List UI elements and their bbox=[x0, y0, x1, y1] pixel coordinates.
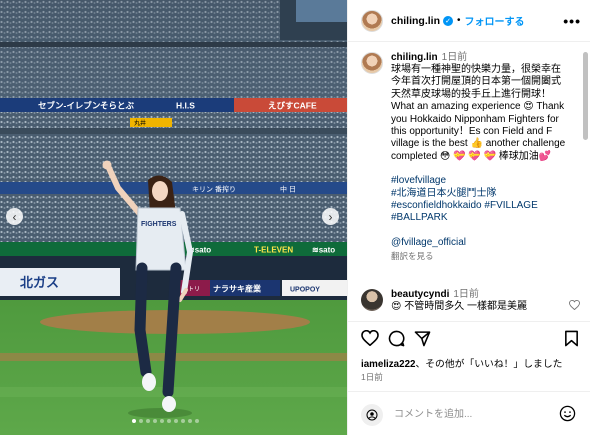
sign-ebisu: えびすCAFE bbox=[268, 101, 317, 111]
author-username[interactable]: chiling.lin bbox=[391, 15, 440, 27]
carousel-dot bbox=[181, 419, 185, 423]
carousel-dot bbox=[174, 419, 178, 423]
carousel-prev-button[interactable]: ‹ bbox=[6, 208, 23, 225]
comment-icon[interactable] bbox=[388, 330, 405, 347]
caption-time[interactable]: 1日前 bbox=[442, 52, 468, 63]
share-icon[interactable] bbox=[414, 330, 431, 347]
more-options-icon[interactable]: ••• bbox=[563, 13, 581, 29]
sign-seven: セブン-イレブン bbox=[38, 101, 101, 111]
carousel-dot bbox=[139, 419, 143, 423]
add-comment-input[interactable] bbox=[394, 405, 554, 423]
comment-time[interactable]: 1日前 bbox=[453, 289, 479, 300]
post-panel: chiling.lin ✓ • フォローする ••• chiling.lin 1日… bbox=[347, 0, 590, 435]
action-bar bbox=[348, 321, 590, 347]
sign-sato2: ≋sato bbox=[312, 246, 335, 255]
sign-kitagas: 北ガス bbox=[20, 275, 59, 290]
heart-icon[interactable] bbox=[361, 330, 379, 346]
likes-summary: iameliza222、その他が「いいね！」しました bbox=[361, 356, 562, 370]
sign-upopoy: UPOPOY bbox=[290, 287, 320, 294]
follow-button[interactable]: フォローする bbox=[465, 13, 525, 28]
translate-link[interactable]: 翻訳を見る bbox=[391, 250, 581, 262]
carousel-next-button[interactable]: › bbox=[322, 208, 339, 225]
likes-username[interactable]: iameliza222 bbox=[361, 359, 415, 370]
sign-sora: そらとぶ bbox=[100, 101, 135, 111]
bookmark-icon[interactable] bbox=[564, 330, 579, 347]
sign-his: H.I.S bbox=[176, 101, 195, 111]
sign-chunichi: 中 日 bbox=[280, 185, 296, 194]
verified-badge-icon: ✓ bbox=[443, 15, 453, 26]
caption-text: 球場有一種神聖的快樂力量，很榮幸在 今年首次打開屋頂的日本第一個開闔式 天然草皮… bbox=[391, 64, 566, 162]
carousel-dot bbox=[160, 419, 164, 423]
scrollbar-thumb[interactable] bbox=[583, 52, 588, 140]
sign-eleven: T-ELEVEN bbox=[254, 246, 293, 255]
sign-narashiba: ナラサキ産業 bbox=[213, 284, 262, 294]
caption-username[interactable]: chiling.lin bbox=[391, 52, 438, 63]
commenter-avatar[interactable] bbox=[361, 289, 383, 311]
stadium-photo: セブン-イレブン そらとぶ H.I.S えびすCAFE 丸井 キリン 番搾り 中… bbox=[0, 0, 347, 435]
caption-mention[interactable]: @fvillage_official bbox=[391, 237, 581, 248]
my-avatar bbox=[361, 404, 383, 426]
carousel-dot bbox=[195, 419, 199, 423]
comments-scroll-area[interactable]: chiling.lin 1日前 球場有一種神聖的快樂力量，很榮幸在 今年首次打開屋… bbox=[348, 43, 590, 320]
comment-text: 😍 不管時間多久 一樣都是美麗 bbox=[391, 301, 527, 312]
carousel-dot bbox=[146, 419, 150, 423]
carousel-dot bbox=[188, 419, 192, 423]
likes-text[interactable]: 、その他が「いいね！」しました bbox=[415, 359, 562, 370]
comment-like-heart-icon[interactable] bbox=[569, 300, 580, 310]
user-avatar-icon bbox=[366, 409, 378, 421]
carousel-dot bbox=[167, 419, 171, 423]
carousel-dot bbox=[132, 419, 136, 423]
sign-kirin: キリン 番搾り bbox=[192, 185, 236, 194]
emoji-icon[interactable] bbox=[559, 405, 576, 422]
post-photo[interactable]: セブン-イレブン そらとぶ H.I.S えびすCAFE 丸井 キリン 番搾り 中… bbox=[0, 0, 347, 435]
sign-marui: 丸井 bbox=[134, 119, 146, 127]
commenter-username[interactable]: beautycyndi bbox=[391, 289, 449, 300]
add-comment-bar bbox=[348, 391, 590, 435]
author-avatar[interactable] bbox=[361, 9, 383, 32]
carousel-dot bbox=[153, 419, 157, 423]
carousel-dots bbox=[132, 419, 199, 423]
post-header: chiling.lin ✓ • フォローする ••• bbox=[348, 0, 590, 42]
post-date[interactable]: 1日前 bbox=[361, 371, 383, 383]
header-separator: • bbox=[457, 15, 461, 26]
caption-avatar[interactable] bbox=[361, 52, 383, 74]
jersey-text: FIGHTERS bbox=[141, 221, 177, 228]
caption-hashtags[interactable]: #lovefvillage #北海道日本火腿鬥士隊 #esconfieldhok… bbox=[391, 175, 581, 225]
